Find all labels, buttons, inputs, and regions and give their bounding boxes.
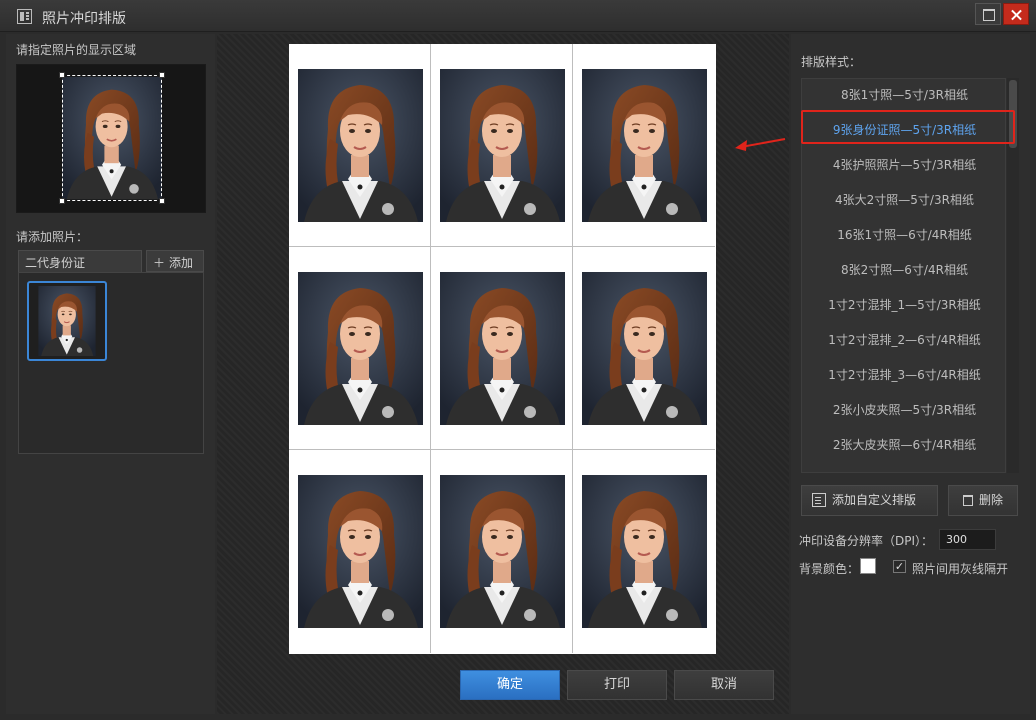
print-cell bbox=[431, 44, 573, 247]
printed-photo bbox=[440, 475, 565, 628]
annotation-arrow-icon bbox=[735, 138, 786, 151]
crop-handle-top-left[interactable] bbox=[59, 72, 65, 78]
trash-icon bbox=[962, 495, 973, 506]
thumbnail-image bbox=[37, 286, 97, 356]
layout-style-item[interactable]: 4张护照照片—5寸/3R相纸 bbox=[802, 148, 1005, 183]
layout-style-item[interactable]: 1寸2寸混排_3—6寸/4R相纸 bbox=[802, 358, 1005, 393]
print-cell bbox=[431, 450, 573, 653]
printed-photo bbox=[440, 69, 565, 222]
plus-icon: ＋ bbox=[153, 256, 166, 270]
left-panel: 请指定照片的显示区域 请添加照片： 二代身份证 ＋添加 bbox=[6, 34, 215, 714]
crop-rectangle[interactable] bbox=[59, 72, 165, 204]
layout-style-item[interactable]: 2张大皮夹照—6寸/4R相纸 bbox=[802, 428, 1005, 463]
layout-style-item[interactable]: 4张大2寸照—5寸/3R相纸 bbox=[802, 183, 1005, 218]
print-paper bbox=[289, 44, 716, 654]
printed-photo bbox=[440, 272, 565, 425]
layout-style-item[interactable]: 2张小皮夹照—5寸/3R相纸 bbox=[802, 393, 1005, 428]
print-cell bbox=[431, 247, 573, 450]
printed-photo bbox=[298, 272, 423, 425]
layout-style-item[interactable]: 1寸2寸混排_2—6寸/4R相纸 bbox=[802, 323, 1005, 358]
cancel-button[interactable]: 取消 bbox=[674, 670, 774, 700]
add-custom-layout-label: 添加自定义排版 bbox=[832, 493, 917, 507]
ok-button[interactable]: 确定 bbox=[460, 670, 560, 700]
add-photo-label: 请添加照片： bbox=[16, 230, 89, 244]
print-preview-area: 确定 打印 取消 bbox=[217, 34, 789, 714]
add-layout-icon bbox=[812, 493, 826, 507]
print-cell bbox=[289, 450, 431, 653]
crop-handle-bottom-left[interactable] bbox=[59, 198, 65, 204]
delete-layout-label: 删除 bbox=[978, 493, 1003, 507]
printed-photo bbox=[298, 69, 423, 222]
add-photo-button[interactable]: ＋添加 bbox=[146, 250, 204, 272]
layout-style-item[interactable]: 1寸2寸混排_1—5寸/3R相纸 bbox=[802, 288, 1005, 323]
bg-color-label: 背景颜色： bbox=[799, 562, 860, 576]
crop-handle-bottom-right[interactable] bbox=[159, 198, 165, 204]
bg-color-swatch[interactable] bbox=[860, 558, 876, 574]
crop-handle-top-right[interactable] bbox=[159, 72, 165, 78]
printed-photo bbox=[298, 475, 423, 628]
printed-photo bbox=[582, 69, 707, 222]
photo-list bbox=[18, 272, 204, 454]
gray-line-checkbox[interactable]: ✓ bbox=[893, 560, 906, 573]
tab-id-card[interactable]: 二代身份证 bbox=[18, 250, 142, 272]
selection-highlight bbox=[801, 110, 1015, 144]
maximize-button[interactable] bbox=[975, 3, 1001, 25]
add-photo-button-label: 添加 bbox=[169, 256, 194, 270]
layout-style-item[interactable]: 16张1寸照—6寸/4R相纸 bbox=[802, 218, 1005, 253]
printed-photo bbox=[582, 272, 707, 425]
right-panel: 排版样式： 8张1寸照—5寸/3R相纸 9张身份证照—5寸/3R相纸 4张护照照片—… bbox=[791, 34, 1030, 714]
app-icon bbox=[17, 9, 32, 24]
print-button[interactable]: 打印 bbox=[567, 670, 667, 700]
print-cell bbox=[573, 450, 715, 653]
gray-line-label: 照片间用灰线隔开 bbox=[912, 562, 1009, 576]
window-title: 照片冲印排版 bbox=[42, 11, 126, 27]
layout-styles-label: 排版样式： bbox=[801, 55, 862, 69]
title-bar: 照片冲印排版 bbox=[0, 0, 1036, 32]
print-cell bbox=[289, 247, 431, 450]
layout-style-item[interactable]: 8张2寸照—6寸/4R相纸 bbox=[802, 253, 1005, 288]
display-region-label: 请指定照片的显示区域 bbox=[16, 43, 137, 57]
add-custom-layout-button[interactable]: 添加自定义排版 bbox=[801, 485, 938, 516]
print-cell bbox=[573, 44, 715, 247]
printed-photo bbox=[582, 475, 707, 628]
dpi-label: 冲印设备分辨率（DPI）： bbox=[799, 534, 934, 548]
print-cell bbox=[573, 247, 715, 450]
print-cell bbox=[289, 44, 431, 247]
delete-layout-button[interactable]: 删除 bbox=[948, 485, 1018, 516]
layout-style-item[interactable]: 8张1寸照—5寸/3R相纸 bbox=[802, 79, 1005, 113]
photo-thumbnail[interactable] bbox=[27, 281, 107, 361]
close-button[interactable] bbox=[1003, 3, 1029, 25]
dpi-input[interactable] bbox=[939, 529, 996, 550]
crop-preview bbox=[16, 64, 206, 213]
